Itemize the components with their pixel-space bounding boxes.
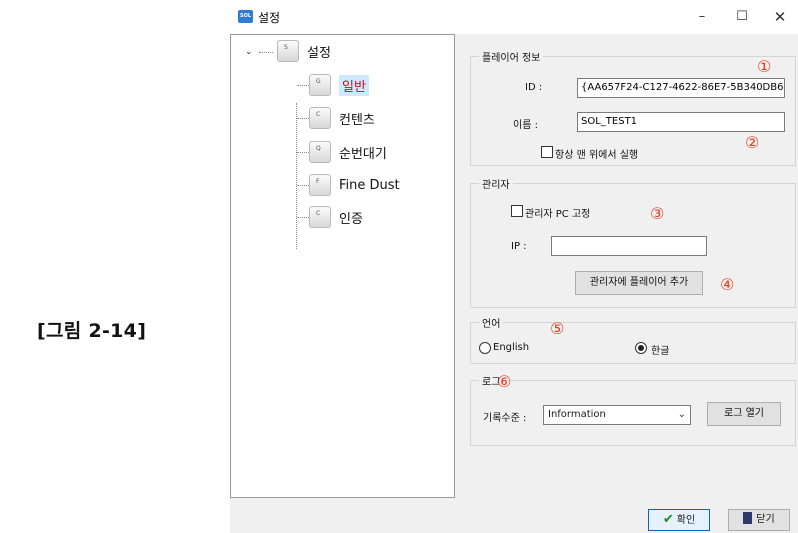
always-on-top-label[interactable]: 항상 맨 위에서 실행 <box>555 146 638 161</box>
checkmark-icon: ✔ <box>662 512 674 527</box>
tree-root-label: 설정 <box>307 45 331 61</box>
korean-label[interactable]: 한글 <box>651 342 669 357</box>
window-title: 설정 <box>258 11 281 25</box>
key-q-icon: Q <box>309 141 331 163</box>
ok-label: 확인 <box>676 515 696 526</box>
tree-item-label: 일반 <box>339 74 369 96</box>
chevron-down-icon: ⌄ <box>677 409 686 420</box>
tree-root-settings[interactable]: S 설정 <box>277 38 331 64</box>
tree-connector <box>296 103 297 249</box>
open-log-button[interactable]: 로그 열기 <box>707 402 781 426</box>
tree-connector <box>297 152 309 153</box>
minimize-button[interactable]: – <box>684 4 720 30</box>
key-c-icon: C <box>309 107 331 129</box>
annotation-5: ⑤ <box>550 319 565 338</box>
tree-item-label: 순번대기 <box>339 146 387 162</box>
annotation-6: ⑥ <box>497 372 512 391</box>
key-c-icon: C <box>309 206 331 228</box>
title-bar: SOL 설정 – ☐ ✕ <box>230 0 798 34</box>
tree-item-general[interactable]: G 일반 <box>309 72 369 98</box>
korean-radio[interactable] <box>635 342 647 354</box>
close-label: 닫기 <box>756 514 775 525</box>
figure-caption: [그림 2-14] <box>37 320 147 342</box>
annotation-1: ① <box>757 57 772 76</box>
tree-connector <box>297 217 309 218</box>
close-button[interactable]: 닫기 <box>728 509 790 531</box>
app-icon: SOL <box>238 10 253 23</box>
english-label[interactable]: English <box>493 342 529 353</box>
door-exit-icon <box>743 512 753 524</box>
tree-item-fine-dust[interactable]: F Fine Dust <box>309 172 400 198</box>
name-label: 이름 : <box>513 120 538 131</box>
annotation-2: ② <box>745 133 760 152</box>
chevron-down-icon[interactable]: ⌄ <box>245 47 253 57</box>
tree-item-queue[interactable]: Q 순번대기 <box>309 139 387 165</box>
id-label: ID : <box>525 82 543 93</box>
tree-connector <box>297 85 309 86</box>
fix-admin-pc-checkbox[interactable] <box>511 205 523 217</box>
tree-connector <box>297 118 309 119</box>
group-title: 플레이어 정보 <box>479 49 544 64</box>
tree-item-contents[interactable]: C 컨텐츠 <box>309 105 375 131</box>
key-s-icon: S <box>277 40 299 62</box>
tree-item-label: Fine Dust <box>339 177 400 193</box>
name-field[interactable]: SOL_TEST1 <box>577 112 785 132</box>
language-group: 언어 English 한글 <box>470 315 796 364</box>
log-level-select[interactable]: Information ⌄ <box>543 405 691 425</box>
tree-item-label: 인증 <box>339 211 363 227</box>
key-f-icon: F <box>309 174 331 196</box>
log-level-label: 기록수준 : <box>483 413 527 424</box>
close-window-button[interactable]: ✕ <box>762 4 798 30</box>
ok-button[interactable]: ✔ 확인 <box>648 509 710 531</box>
log-group: 로그 기록수준 : Information ⌄ 로그 열기 <box>470 373 796 446</box>
english-radio[interactable] <box>479 342 491 354</box>
tree-item-auth[interactable]: C 인증 <box>309 204 363 230</box>
tree-connector <box>297 185 309 186</box>
tree-item-label: 컨텐츠 <box>339 112 375 128</box>
fix-admin-pc-label[interactable]: 관리자 PC 고정 <box>525 205 590 220</box>
id-field[interactable]: {AA657F24-C127-4622-86E7-5B340DB6 <box>577 78 785 98</box>
annotation-3: ③ <box>650 204 665 223</box>
key-g-icon: G <box>309 74 331 96</box>
group-title: 언어 <box>479 315 504 330</box>
maximize-button[interactable]: ☐ <box>724 4 760 30</box>
always-on-top-checkbox[interactable] <box>541 146 553 158</box>
add-player-to-admin-button[interactable]: 관리자에 플레이어 추가 <box>575 271 703 295</box>
ip-label: IP : <box>511 241 527 252</box>
annotation-4: ④ <box>720 275 735 294</box>
tree-connector <box>259 52 273 53</box>
group-title: 관리자 <box>479 176 513 191</box>
settings-window: SOL 설정 – ☐ ✕ ⌄ S 설정 G 일반 C 컨텐츠 Q 순번대기 F … <box>230 0 798 533</box>
settings-tree: ⌄ S 설정 G 일반 C 컨텐츠 Q 순번대기 F Fine Dust C 인… <box>230 34 455 498</box>
log-level-value: Information <box>548 409 606 420</box>
ip-field[interactable] <box>551 236 707 256</box>
admin-group: 관리자 관리자 PC 고정 IP : 관리자에 플레이어 추가 <box>470 176 796 308</box>
